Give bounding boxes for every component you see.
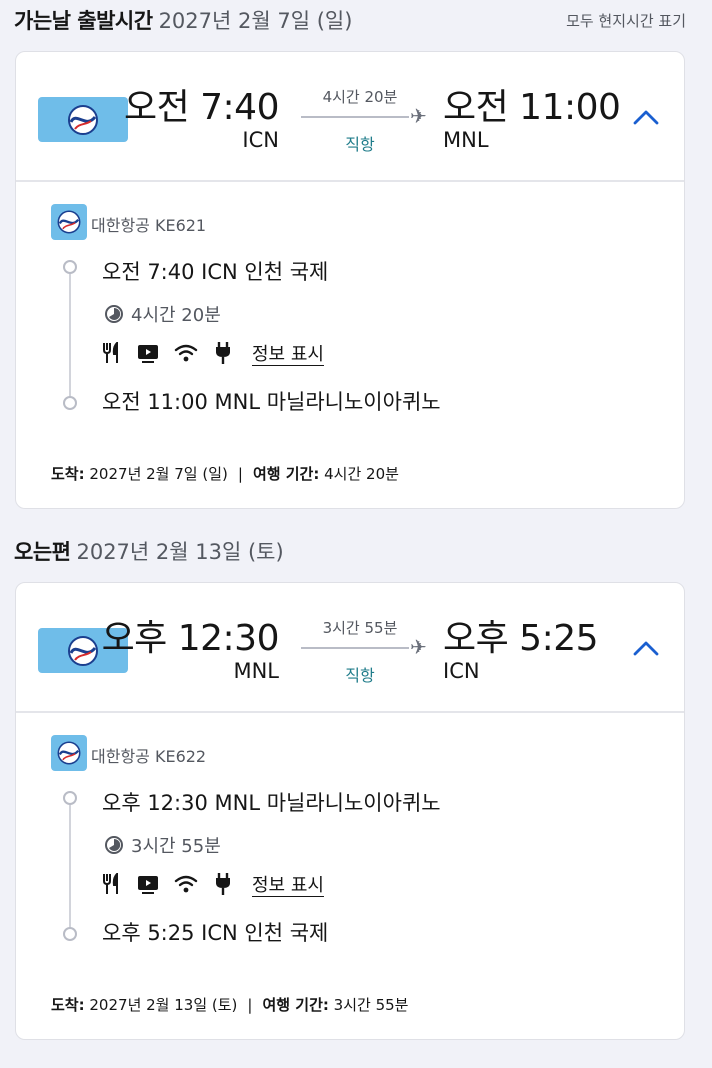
timeline-dot (63, 396, 77, 410)
inbound-heading: 오는편 (14, 540, 71, 564)
timeline-dot (63, 791, 77, 805)
outbound-date: 2027년 2월 7일 (일) (158, 9, 353, 33)
timeline-line (69, 274, 71, 398)
power-plug-icon (216, 873, 230, 895)
arrive-date: 2027년 2월 7일 (일) (89, 465, 228, 483)
segment-duration: 4시간 20분 (131, 305, 221, 326)
chevron-up-icon[interactable] (632, 104, 660, 132)
clock-icon (105, 305, 123, 323)
departure-code: ICN (242, 128, 279, 152)
arrive-label: 도착: (51, 996, 85, 1014)
route-line (301, 647, 409, 649)
arrival-summary: 도착: 2027년 2월 13일 (토) | 여행 기간: 3시간 55분 (51, 994, 408, 1015)
inbound-date: 2027년 2월 13일 (토) (76, 540, 284, 564)
arrival-time: 오후 5:25 (443, 618, 599, 659)
show-info-link[interactable]: 정보 표시 (252, 871, 324, 897)
arrive-date: 2027년 2월 13일 (토) (89, 996, 238, 1014)
outbound-header: 가는날 출발시간 2027년 2월 7일 (일) 모두 현지시간 표기 (14, 0, 686, 40)
tv-icon (138, 345, 158, 363)
timeline-dot (63, 927, 77, 941)
segment-arrival: 오후 5:25 ICN 인천 국제 (102, 921, 329, 945)
plane-icon: ✈ (410, 635, 427, 659)
timeline-dot (63, 260, 77, 274)
separator: | (247, 996, 253, 1014)
korean-air-logo (51, 735, 87, 771)
flight-duration: 4시간 20분 (322, 88, 398, 106)
stops-label: 직항 (345, 135, 375, 154)
meal-icon (103, 873, 118, 894)
flight-duration: 3시간 55분 (322, 619, 398, 637)
inbound-flight-card: 오후 12:30 MNL 3시간 55분 ✈ 직항 오후 5:25 ICN 대한… (15, 582, 685, 1040)
outbound-detail: 대한항공 KE621 오전 7:40 ICN 인천 국제 4시간 20분 정보 … (16, 182, 684, 508)
segment-duration: 3시간 55분 (131, 836, 221, 857)
outbound-heading: 가는날 출발시간 (14, 9, 153, 33)
stops-label: 직항 (345, 666, 375, 685)
departure-code: MNL (233, 659, 279, 683)
wifi-icon (174, 344, 198, 362)
departure-time: 오후 12:30 (101, 618, 280, 659)
arrival-code: MNL (443, 128, 489, 152)
chevron-up-icon[interactable] (632, 635, 660, 663)
arrival-code: ICN (443, 659, 480, 683)
meal-icon (103, 342, 118, 363)
segment-departure: 오전 7:40 ICN 인천 국제 (102, 260, 329, 284)
outbound-flight-card: 오전 7:40 ICN 4시간 20분 ✈ 직항 오전 11:00 MNL 대한… (15, 51, 685, 509)
separator: | (237, 465, 243, 483)
inbound-summary[interactable]: 오후 12:30 MNL 3시간 55분 ✈ 직항 오후 5:25 ICN (16, 583, 684, 713)
local-time-note: 모두 현지시간 표기 (566, 11, 686, 30)
clock-icon (105, 836, 123, 854)
segment-departure: 오후 12:30 MNL 마닐라니노이아퀴노 (102, 791, 441, 815)
arrival-time: 오전 11:00 (443, 87, 621, 128)
amenities: 정보 표시 (102, 871, 324, 897)
power-plug-icon (216, 342, 230, 364)
travel-label: 여행 기간: (252, 465, 320, 483)
route-line (301, 116, 409, 118)
arrival-summary: 도착: 2027년 2월 7일 (일) | 여행 기간: 4시간 20분 (51, 463, 399, 484)
wifi-icon (174, 875, 198, 893)
outbound-summary[interactable]: 오전 7:40 ICN 4시간 20분 ✈ 직항 오전 11:00 MNL (16, 52, 684, 182)
arrive-label: 도착: (51, 465, 85, 483)
plane-icon: ✈ (410, 104, 427, 128)
segment-arrival: 오전 11:00 MNL 마닐라니노이아퀴노 (102, 390, 441, 414)
departure-time: 오전 7:40 (123, 87, 280, 128)
korean-air-logo (51, 204, 87, 240)
travel-label: 여행 기간: (262, 996, 329, 1014)
show-info-link[interactable]: 정보 표시 (252, 340, 324, 366)
inbound-header: 오는편 2027년 2월 13일 (토) (14, 531, 686, 571)
korean-air-logo (38, 97, 128, 142)
outbound-title: 가는날 출발시간 2027년 2월 7일 (일) (14, 5, 352, 35)
amenities: 정보 표시 (102, 340, 324, 366)
airline-flight-number: 대한항공 KE622 (91, 747, 207, 766)
travel-time: 3시간 55분 (333, 996, 409, 1014)
inbound-detail: 대한항공 KE622 오후 12:30 MNL 마닐라니노이아퀴노 3시간 55… (16, 713, 684, 1039)
tv-icon (138, 876, 158, 894)
timeline-line (69, 805, 71, 929)
inbound-title: 오는편 2027년 2월 13일 (토) (14, 536, 284, 566)
airline-flight-number: 대한항공 KE621 (91, 216, 207, 235)
travel-time: 4시간 20분 (324, 465, 399, 483)
